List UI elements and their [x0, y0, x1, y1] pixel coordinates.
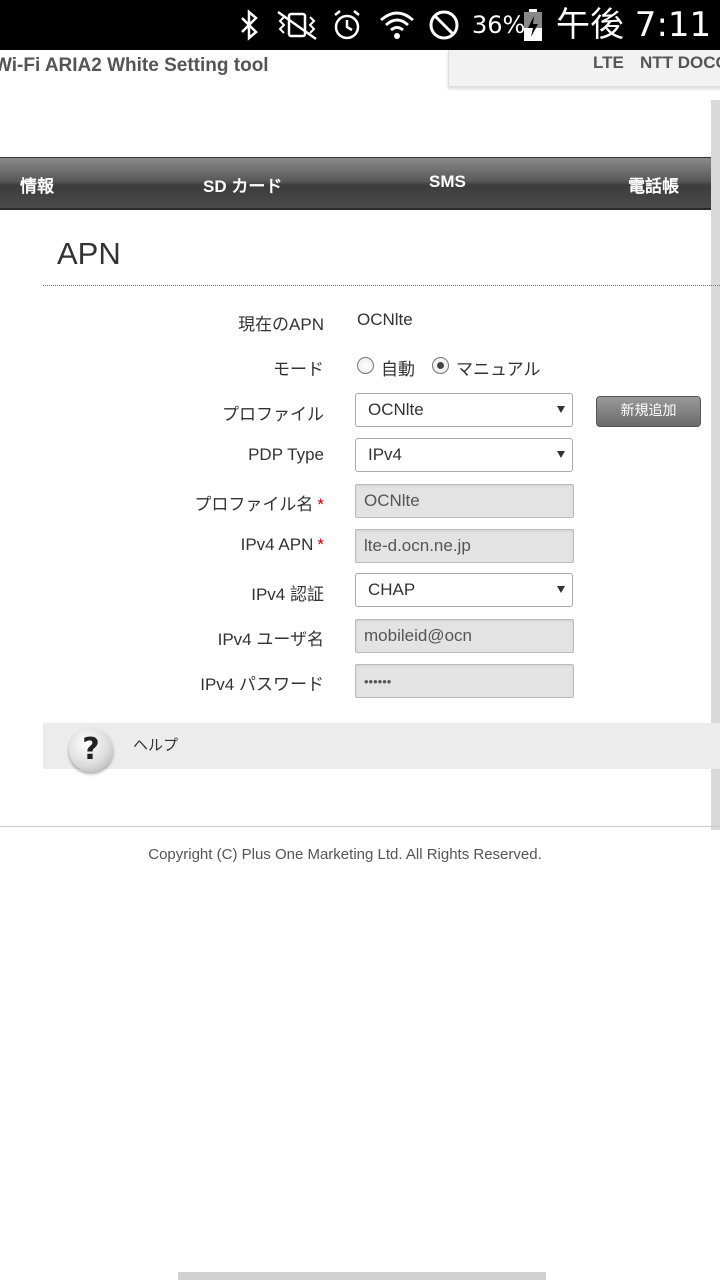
- help-label[interactable]: ヘルプ: [133, 734, 178, 755]
- battery-icon: [520, 8, 546, 42]
- copyright: Copyright (C) Plus One Marketing Ltd. Al…: [148, 846, 542, 863]
- mode-manual-radio[interactable]: [432, 357, 449, 374]
- pdp-type-label: PDP Type: [248, 445, 324, 464]
- vibrate-icon: [274, 8, 320, 42]
- do-not-disturb-icon: [426, 8, 462, 42]
- ipv4-username-value: mobileid@ocn: [364, 626, 472, 645]
- mode-manual-label[interactable]: マニュアル: [456, 355, 541, 380]
- ipv4-password-value: ••••••: [364, 674, 392, 689]
- network-type: LTE: [593, 53, 624, 72]
- ipv4-auth-select[interactable]: CHAP: [355, 573, 573, 607]
- pdp-type-select-value: IPv4: [368, 445, 403, 464]
- profile-select[interactable]: OCNlte: [355, 393, 573, 427]
- add-profile-button[interactable]: 新規追加: [596, 396, 701, 427]
- current-apn-label: 現在のAPN: [238, 315, 324, 334]
- battery-percent: 36%: [472, 11, 526, 39]
- mode-auto-label[interactable]: 自動: [381, 355, 415, 380]
- alarm-icon: [330, 8, 364, 42]
- ipv4-password-label: IPv4 パスワード: [200, 675, 324, 694]
- required-mark: *: [317, 535, 324, 554]
- profile-select-value: OCNlte: [368, 400, 424, 419]
- mode-label: モード: [273, 360, 324, 379]
- help-question-icon[interactable]: ?: [69, 728, 113, 772]
- current-apn-value: OCNlte: [357, 310, 413, 329]
- nav-item-sms[interactable]: SMS: [429, 172, 466, 192]
- status-bar: 36% 午後 7:11: [0, 0, 720, 50]
- vertical-scrollbar[interactable]: [711, 100, 720, 830]
- wifi-icon: [378, 8, 416, 42]
- pdp-type-select[interactable]: IPv4: [355, 438, 573, 472]
- profile-label: プロファイル: [222, 405, 324, 424]
- chevron-down-icon: [557, 586, 565, 593]
- carrier-name: NTT DOCOMO: [640, 53, 720, 72]
- ipv4-apn-field[interactable]: lte-d.ocn.ne.jp: [355, 529, 574, 563]
- footer-divider: [0, 826, 720, 827]
- required-mark: *: [317, 495, 324, 514]
- nav-item-sd-card[interactable]: SD カード: [203, 172, 282, 197]
- ipv4-auth-select-value: CHAP: [368, 580, 416, 599]
- profile-name-value: OCNlte: [364, 491, 420, 510]
- ipv4-apn-label: IPv4 APN *: [240, 535, 324, 554]
- nav-item-phonebook[interactable]: 電話帳: [628, 172, 679, 197]
- heading-divider: [43, 285, 720, 286]
- mode-auto-radio[interactable]: [357, 357, 374, 374]
- profile-name-field[interactable]: OCNlte: [355, 484, 574, 518]
- chevron-down-icon: [557, 451, 565, 458]
- bluetooth-icon: [236, 8, 264, 42]
- main-nav: 情報 SD カード SMS 電話帳: [0, 157, 720, 210]
- page-title: APN: [57, 236, 121, 271]
- ipv4-username-label: IPv4 ユーザ名: [217, 630, 324, 649]
- app-title: Wi-Fi ARIA2 White Setting tool: [0, 55, 269, 76]
- ipv4-apn-value: lte-d.ocn.ne.jp: [364, 536, 471, 555]
- ipv4-username-field[interactable]: mobileid@ocn: [355, 619, 574, 653]
- ipv4-auth-label: IPv4 認証: [251, 585, 324, 604]
- clock: 午後 7:11: [556, 5, 712, 45]
- profile-name-label: プロファイル名 *: [194, 495, 324, 514]
- horizontal-scrollbar[interactable]: [178, 1272, 546, 1280]
- nav-item-info[interactable]: 情報: [20, 172, 54, 197]
- ipv4-password-field[interactable]: ••••••: [355, 664, 574, 698]
- chevron-down-icon: [557, 406, 565, 413]
